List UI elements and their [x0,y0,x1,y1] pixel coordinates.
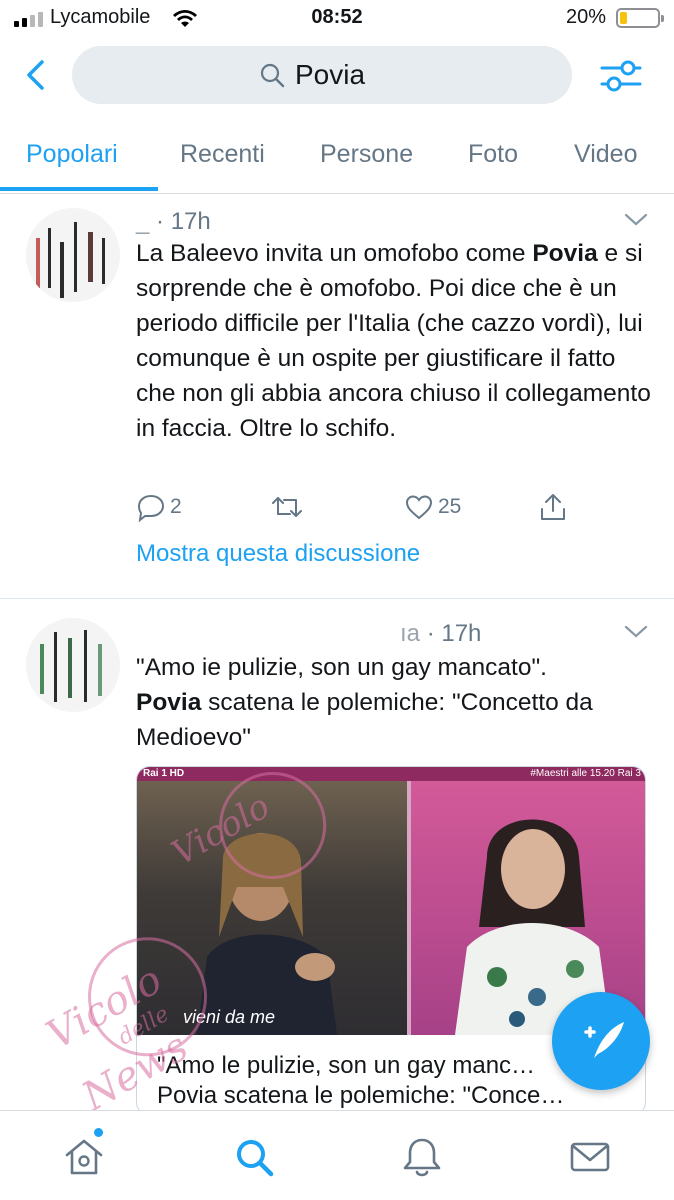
mail-icon[interactable] [568,1135,612,1179]
filter-sliders-icon[interactable] [600,56,642,96]
tweet-meta: ıa · 17h [400,620,481,648]
broadcast-banner: Rai 1 HD #Maestri alle 15.20 Rai 3 [137,767,645,781]
avatar[interactable] [26,208,120,302]
notification-dot [94,1128,103,1137]
search-highlight: Povia [136,689,202,716]
tweet-actions: 2 25 [136,492,576,526]
search-icon[interactable] [232,1135,276,1179]
tweet-handle[interactable]: _ [136,208,149,235]
divider [0,598,674,599]
tweet-text: "Amo ie pulizie, son un gay mancato". Pov… [136,654,593,751]
battery-percent: 20% [566,6,607,28]
guest-figure [197,833,337,1035]
tab-popolari[interactable]: Popolari [26,140,118,169]
battery-icon [616,8,664,28]
tweet-time: · 17h [426,620,482,647]
wifi-icon [173,10,197,27]
search-tabs: Popolari Recenti Persone Foto Video [0,118,674,194]
show-thread-link[interactable]: Mostra questa discussione [136,540,420,568]
reply-icon [137,494,165,522]
tab-video[interactable]: Video [574,140,638,169]
search-input[interactable] [295,59,385,91]
tweet-handle[interactable]: ıa [400,620,420,647]
channel-logo: Rai 1 HD [143,768,185,779]
chevron-down-icon[interactable] [624,212,648,228]
tab-foto[interactable]: Foto [468,140,518,169]
reply-button[interactable]: 2 [136,492,182,522]
reply-count: 2 [170,495,182,518]
avatar[interactable] [26,618,120,712]
share-button[interactable] [538,492,568,522]
broadcast-tag: #Maestri alle 15.20 Rai 3 [530,768,641,779]
active-tab-indicator [0,187,158,191]
tab-persone[interactable]: Persone [320,140,413,169]
tweet-time: · 17h [156,208,211,235]
back-chevron-icon[interactable] [20,58,54,92]
compose-quill-icon [584,1022,624,1058]
bell-icon[interactable] [400,1135,444,1179]
carrier-label: Lycamobile [50,6,151,28]
like-button[interactable]: 25 [404,492,461,522]
retweet-icon [272,497,302,517]
tweet[interactable]: _ · 17h La Baleevo invita un omofobo com… [0,196,674,600]
show-logo: vieni da me [183,1007,276,1027]
tweet-text: La Baleevo invita un omofobo come Povia … [136,240,651,442]
chevron-down-icon[interactable] [624,624,648,640]
status-bar: Lycamobile 08:52 20% [0,0,674,38]
tweet-meta: _ · 17h [136,208,211,236]
retweet-button[interactable] [270,492,304,522]
home-icon[interactable] [62,1135,106,1179]
search-bar[interactable] [72,46,572,104]
signal-icon [14,12,43,27]
heart-icon [405,495,433,520]
bottom-tab-bar [0,1110,674,1200]
like-count: 25 [438,495,462,518]
search-icon [260,63,285,88]
search-highlight: Povia [532,240,598,267]
share-icon [541,494,565,520]
compose-tweet-button[interactable] [552,992,650,1090]
tab-recenti[interactable]: Recenti [180,140,265,169]
